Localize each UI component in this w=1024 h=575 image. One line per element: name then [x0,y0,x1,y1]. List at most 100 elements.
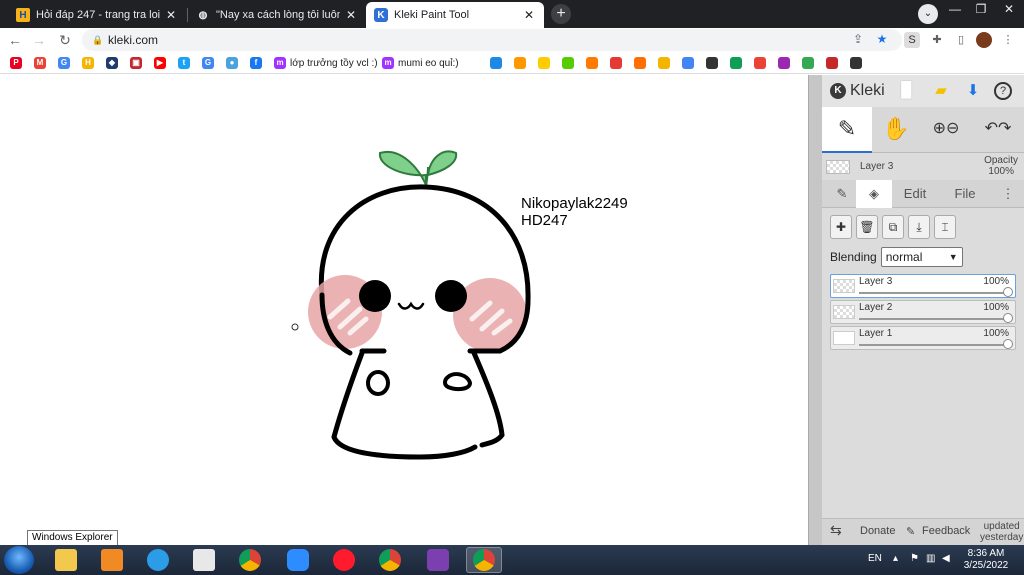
taskbar-explorer[interactable] [48,547,84,573]
new-tab-button[interactable]: + [551,4,571,24]
taskbar-app4[interactable] [186,547,222,573]
tab-file[interactable]: File [944,180,986,208]
back-icon[interactable]: ← [6,31,24,49]
panel-divider[interactable] [808,75,822,545]
taskbar-opera[interactable] [326,547,362,573]
tab-edit[interactable]: Edit [894,180,936,208]
hand-tool-icon[interactable]: ✋ [876,107,916,153]
tab-hoidap[interactable]: H Hỏi đáp 247 - trang tra loi ✕ [8,2,186,28]
restore-icon[interactable]: ❐ [968,0,994,20]
bookmark-translate[interactable]: G [58,55,74,71]
bookmark-google[interactable]: G [202,55,218,71]
opacity-slider[interactable] [859,318,1005,320]
opacity-slider[interactable] [859,292,1005,294]
bookmark-app15[interactable] [514,55,530,71]
close-tab-icon[interactable]: ✕ [164,8,178,22]
kebab-menu-icon[interactable]: ⋮ [1000,32,1016,48]
taskbar-ie[interactable] [140,547,176,573]
opacity-slider-knob[interactable] [1003,313,1013,323]
taskbar-zoom[interactable] [280,547,316,573]
bookmark-app27[interactable] [802,55,818,71]
rename-layer-icon[interactable]: ⌶ [934,215,956,239]
close-window-icon[interactable]: ✕ [996,0,1022,20]
opacity-slider[interactable] [859,344,1005,346]
volume-icon[interactable]: ◀ [942,553,950,564]
new-image-icon[interactable]: ▉ [896,81,918,101]
download-icon[interactable]: ⬇ [962,81,984,101]
bookmark-gmail[interactable]: M [34,55,50,71]
taskbar-chrome-1[interactable] [232,547,268,573]
bookmark-messenger-1[interactable]: m lớp trưởng tồy vcl :) [274,55,378,71]
bookmark-app24[interactable] [730,55,746,71]
bookmark-app29[interactable] [850,55,866,71]
bookmark-app10[interactable]: ● [226,55,242,71]
layers-tab-icon[interactable]: ◈ [856,180,892,208]
bookmark-app22[interactable] [682,55,698,71]
open-folder-icon[interactable]: ▰ [930,81,952,101]
bookmark-app14[interactable] [490,55,506,71]
bookmark-star-icon[interactable]: ★ [874,32,890,46]
updated-text[interactable]: updated yesterday [980,521,1023,543]
reload-icon[interactable]: ↻ [56,31,74,49]
bookmark-twitter[interactable]: t [178,55,194,71]
bookmark-app17[interactable] [562,55,578,71]
brush-tool-icon[interactable]: ✎ [822,107,872,153]
merge-layer-icon[interactable]: ⤓ [908,215,930,239]
bookmark-pinterest[interactable]: P [10,55,26,71]
share-icon[interactable]: ⇪ [850,32,866,46]
sidepanel-icon[interactable]: ▯ [953,32,969,48]
tab-search-icon[interactable]: ⌄ [918,4,938,24]
extension-s-icon[interactable]: S [904,32,920,48]
avatar[interactable] [976,32,992,48]
close-tab-icon[interactable]: ✕ [344,8,358,22]
tray-expand-icon[interactable]: ▴ [893,553,898,564]
network-icon[interactable]: ▥ [926,553,935,564]
donate-link[interactable]: Donate [860,525,895,537]
blending-select[interactable]: normal ▼ [880,247,963,267]
bookmark-messenger-2[interactable]: m mumi eo quỉ:) [382,55,459,71]
bookmark-app16[interactable] [538,55,554,71]
flag-icon[interactable]: ⚑ [910,553,919,564]
more-icon[interactable]: ⋮ [998,180,1018,208]
language-indicator[interactable]: EN [868,553,882,564]
bookmark-hoidap[interactable]: H [82,55,98,71]
duplicate-layer-icon[interactable]: ⧉ [882,215,904,239]
drawing-canvas[interactable]: Nikopaylak2249 HD247 Windows Explorer [0,75,808,546]
bookmark-app28[interactable] [826,55,842,71]
bookmark-app23[interactable] [706,55,722,71]
taskbar-chrome-2[interactable] [372,547,408,573]
delete-layer-icon[interactable]: 🗑 [856,215,878,239]
opacity-slider-knob[interactable] [1003,339,1013,349]
taskbar-app9[interactable] [420,547,456,573]
tab-poem[interactable]: ◍ "Nay xa cách lòng tôi luôn tưởng ✕ [188,2,366,28]
bookmark-app6[interactable]: ▣ [130,55,146,71]
start-button[interactable] [4,546,34,574]
tab-kleki[interactable]: K Kleki Paint Tool ✕ [366,2,544,28]
bookmark-facebook[interactable]: f [250,55,266,71]
add-layer-icon[interactable]: ✚ [830,215,852,239]
feedback-link[interactable]: Feedback [922,525,970,537]
forward-icon[interactable]: → [30,31,48,49]
puzzle-icon[interactable]: ✚ [929,32,945,48]
close-tab-icon[interactable]: ✕ [522,8,536,22]
opacity-slider-knob[interactable] [1003,287,1013,297]
zoom-icon[interactable]: ⊕⊖ [926,107,966,153]
taskbar-media-player[interactable] [94,547,130,573]
brush-tab-icon[interactable]: ✎ [828,180,856,208]
omnibox[interactable]: 🔒 kleki.com [82,29,902,51]
layer-item-1[interactable]: Layer 1 100% [830,326,1016,350]
help-icon[interactable]: ? [994,82,1012,100]
taskbar-chrome-active[interactable] [466,547,502,573]
bookmark-app20[interactable] [634,55,650,71]
clock[interactable]: 8:36 AM 3/25/2022 [958,548,1014,572]
bookmark-youtube[interactable]: ▶ [154,55,170,71]
swap-icon[interactable]: ⇆ [830,522,842,539]
bookmark-app19[interactable] [610,55,626,71]
bookmark-app26[interactable] [778,55,794,71]
minimize-icon[interactable]: — [942,0,968,20]
bookmark-app25[interactable] [754,55,770,71]
bookmark-app18[interactable] [586,55,602,71]
bookmark-app21[interactable] [658,55,674,71]
layer-item-3[interactable]: Layer 3 100% [830,274,1016,298]
bookmark-app5[interactable]: ◆ [106,55,122,71]
